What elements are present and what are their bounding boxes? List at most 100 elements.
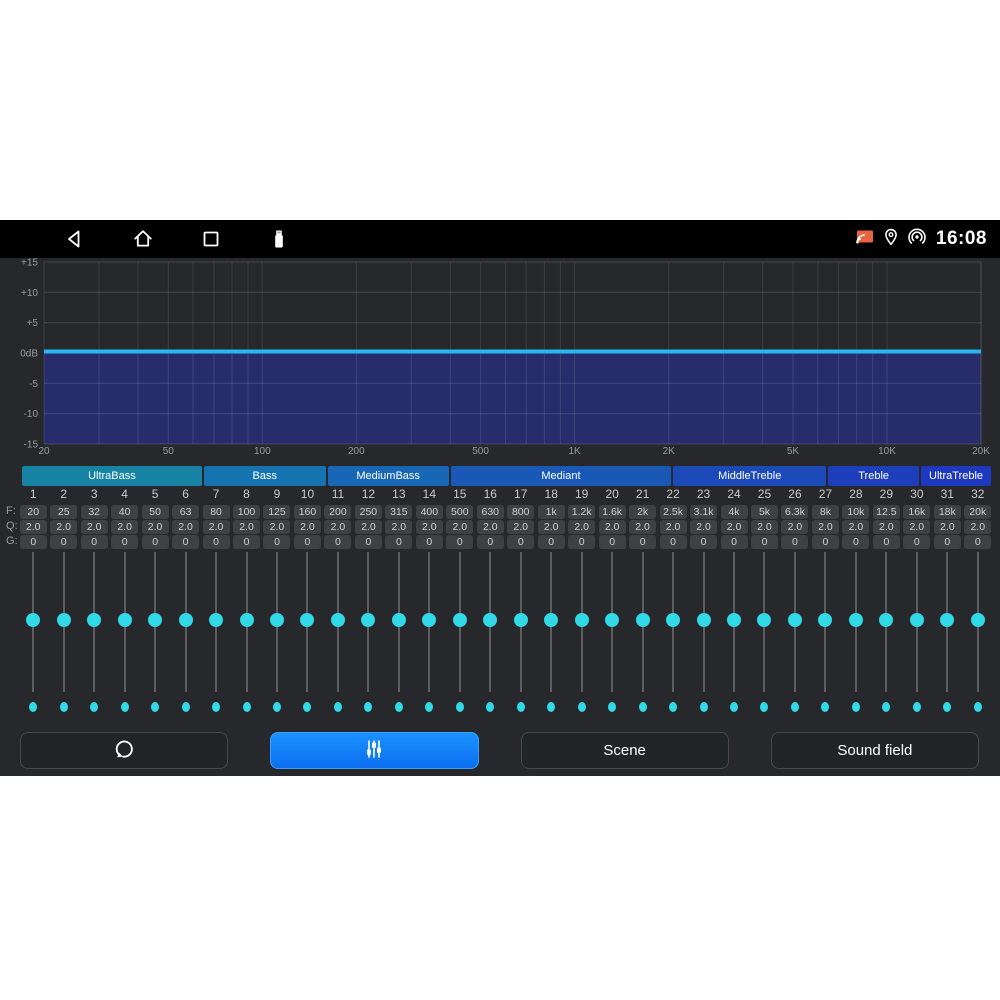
freq-value-chip[interactable]: 8k bbox=[812, 505, 839, 519]
gain-slider[interactable] bbox=[696, 552, 712, 692]
gain-value-chip[interactable]: 0 bbox=[20, 535, 47, 549]
gain-value-chip[interactable]: 0 bbox=[446, 535, 473, 549]
slider-knob[interactable] bbox=[605, 613, 619, 627]
gain-value-chip[interactable]: 0 bbox=[477, 535, 504, 549]
freq-value-chip[interactable]: 3.1k bbox=[690, 505, 717, 519]
slider-knob[interactable] bbox=[26, 613, 40, 627]
slider-knob[interactable] bbox=[666, 613, 680, 627]
gain-value-chip[interactable]: 0 bbox=[538, 535, 565, 549]
slider-knob[interactable] bbox=[270, 613, 284, 627]
q-value-chip[interactable]: 2.0 bbox=[477, 520, 504, 534]
gain-slider[interactable] bbox=[299, 552, 315, 692]
freq-value-chip[interactable]: 2.5k bbox=[660, 505, 687, 519]
home-icon[interactable] bbox=[132, 228, 154, 250]
gain-value-chip[interactable]: 0 bbox=[507, 535, 534, 549]
freq-value-chip[interactable]: 18k bbox=[934, 505, 961, 519]
gain-slider[interactable] bbox=[330, 552, 346, 692]
gain-value-chip[interactable]: 0 bbox=[934, 535, 961, 549]
slider-knob[interactable] bbox=[879, 613, 893, 627]
slider-knob[interactable] bbox=[118, 613, 132, 627]
gain-slider[interactable] bbox=[117, 552, 133, 692]
gain-slider[interactable] bbox=[574, 552, 590, 692]
slider-knob[interactable] bbox=[240, 613, 254, 627]
q-value-chip[interactable]: 2.0 bbox=[81, 520, 108, 534]
gain-slider[interactable] bbox=[178, 552, 194, 692]
gain-slider[interactable] bbox=[604, 552, 620, 692]
q-value-chip[interactable]: 2.0 bbox=[781, 520, 808, 534]
gain-slider[interactable] bbox=[269, 552, 285, 692]
gain-slider[interactable] bbox=[848, 552, 864, 692]
slider-knob[interactable] bbox=[300, 613, 314, 627]
freq-value-chip[interactable]: 5k bbox=[751, 505, 778, 519]
sound-field-button[interactable]: Sound field bbox=[771, 732, 979, 769]
q-value-chip[interactable]: 2.0 bbox=[934, 520, 961, 534]
q-value-chip[interactable]: 2.0 bbox=[690, 520, 717, 534]
freq-value-chip[interactable]: 50 bbox=[142, 505, 169, 519]
q-value-chip[interactable]: 2.0 bbox=[599, 520, 626, 534]
freq-value-chip[interactable]: 20 bbox=[20, 505, 47, 519]
q-value-chip[interactable]: 2.0 bbox=[660, 520, 687, 534]
freq-value-chip[interactable]: 800 bbox=[507, 505, 534, 519]
gain-value-chip[interactable]: 0 bbox=[385, 535, 412, 549]
freq-value-chip[interactable]: 6.3k bbox=[781, 505, 808, 519]
gain-value-chip[interactable]: 0 bbox=[416, 535, 443, 549]
slider-knob[interactable] bbox=[209, 613, 223, 627]
q-value-chip[interactable]: 2.0 bbox=[629, 520, 656, 534]
gain-slider[interactable] bbox=[665, 552, 681, 692]
slider-knob[interactable] bbox=[697, 613, 711, 627]
q-value-chip[interactable]: 2.0 bbox=[721, 520, 748, 534]
gain-value-chip[interactable]: 0 bbox=[355, 535, 382, 549]
gain-slider[interactable] bbox=[452, 552, 468, 692]
gain-value-chip[interactable]: 0 bbox=[263, 535, 290, 549]
freq-value-chip[interactable]: 1.6k bbox=[599, 505, 626, 519]
gain-slider[interactable] bbox=[817, 552, 833, 692]
freq-value-chip[interactable]: 2k bbox=[629, 505, 656, 519]
equalizer-button[interactable] bbox=[270, 732, 478, 769]
slider-knob[interactable] bbox=[971, 613, 985, 627]
q-value-chip[interactable]: 2.0 bbox=[111, 520, 138, 534]
gain-slider[interactable] bbox=[482, 552, 498, 692]
gain-value-chip[interactable]: 0 bbox=[903, 535, 930, 549]
freq-value-chip[interactable]: 315 bbox=[385, 505, 412, 519]
gain-slider[interactable] bbox=[787, 552, 803, 692]
gain-slider[interactable] bbox=[239, 552, 255, 692]
gain-value-chip[interactable]: 0 bbox=[812, 535, 839, 549]
gain-value-chip[interactable]: 0 bbox=[142, 535, 169, 549]
q-value-chip[interactable]: 2.0 bbox=[172, 520, 199, 534]
slider-knob[interactable] bbox=[849, 613, 863, 627]
gain-value-chip[interactable]: 0 bbox=[660, 535, 687, 549]
freq-value-chip[interactable]: 40 bbox=[111, 505, 138, 519]
slider-knob[interactable] bbox=[361, 613, 375, 627]
q-value-chip[interactable]: 2.0 bbox=[507, 520, 534, 534]
gain-value-chip[interactable]: 0 bbox=[50, 535, 77, 549]
slider-knob[interactable] bbox=[544, 613, 558, 627]
q-value-chip[interactable]: 2.0 bbox=[446, 520, 473, 534]
q-value-chip[interactable]: 2.0 bbox=[873, 520, 900, 534]
freq-value-chip[interactable]: 500 bbox=[446, 505, 473, 519]
q-value-chip[interactable]: 2.0 bbox=[812, 520, 839, 534]
slider-knob[interactable] bbox=[87, 613, 101, 627]
freq-value-chip[interactable]: 20k bbox=[964, 505, 991, 519]
gain-value-chip[interactable]: 0 bbox=[599, 535, 626, 549]
gain-value-chip[interactable]: 0 bbox=[324, 535, 351, 549]
q-value-chip[interactable]: 2.0 bbox=[50, 520, 77, 534]
freq-value-chip[interactable]: 400 bbox=[416, 505, 443, 519]
gain-slider[interactable] bbox=[86, 552, 102, 692]
slider-knob[interactable] bbox=[57, 613, 71, 627]
freq-value-chip[interactable]: 16k bbox=[903, 505, 930, 519]
scene-button[interactable]: Scene bbox=[521, 732, 729, 769]
freq-value-chip[interactable]: 4k bbox=[721, 505, 748, 519]
gain-slider[interactable] bbox=[360, 552, 376, 692]
q-value-chip[interactable]: 2.0 bbox=[142, 520, 169, 534]
q-value-chip[interactable]: 2.0 bbox=[263, 520, 290, 534]
freq-value-chip[interactable]: 12.5 bbox=[873, 505, 900, 519]
gain-value-chip[interactable]: 0 bbox=[781, 535, 808, 549]
gain-slider[interactable] bbox=[391, 552, 407, 692]
freq-value-chip[interactable]: 200 bbox=[324, 505, 351, 519]
slider-knob[interactable] bbox=[636, 613, 650, 627]
gain-slider[interactable] bbox=[56, 552, 72, 692]
gain-slider[interactable] bbox=[543, 552, 559, 692]
q-value-chip[interactable]: 2.0 bbox=[294, 520, 321, 534]
gain-slider[interactable] bbox=[147, 552, 163, 692]
q-value-chip[interactable]: 2.0 bbox=[751, 520, 778, 534]
